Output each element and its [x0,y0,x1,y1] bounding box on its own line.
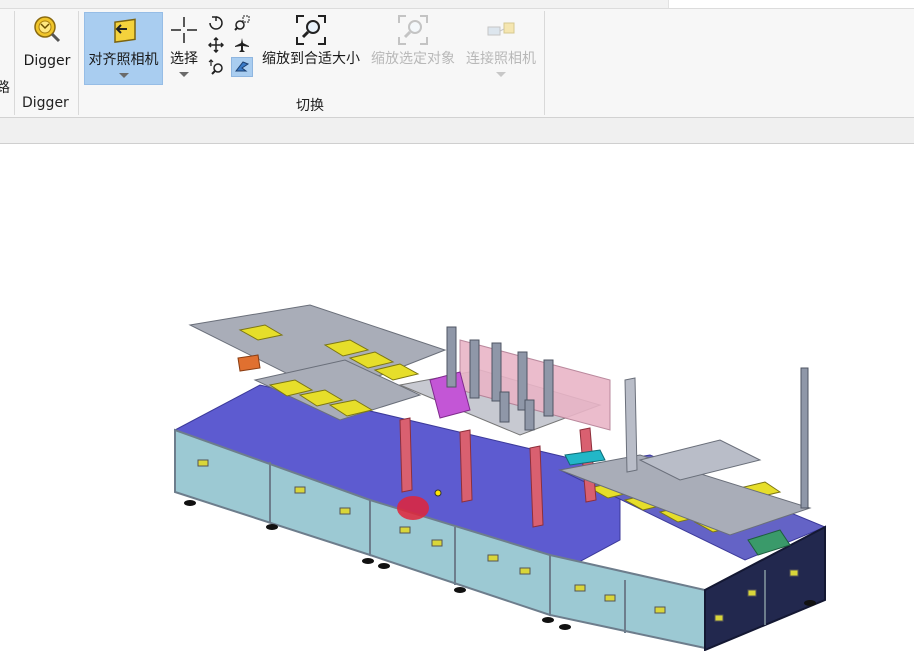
align-camera-label: 对齐照相机 [88,52,159,68]
zoom-selected-button[interactable]: 缩放选定对象 [366,12,460,85]
group-separator [78,11,79,115]
right-column [624,377,638,473]
walk-icon[interactable] [231,57,253,77]
connect-camera-icon [487,22,515,36]
zoom-selected-icon [398,15,428,45]
zoom-to-fit-button[interactable]: 缩放到合适大小 [257,12,365,85]
title-strip-right [668,0,914,8]
digger-button[interactable]: Digger [20,12,74,72]
chevron-down-icon[interactable] [179,72,189,77]
connect-camera-button[interactable]: 连接照相机 [461,12,541,85]
cabinet-front-right [549,553,706,650]
switch-group-label: 切换 [296,98,324,114]
select-label: 选择 [170,51,198,67]
ribbon: 路 Digger Digger 对齐照相机 选择 缩放到合适大小 缩放选定对象 … [0,9,914,117]
yellow-marker [434,489,442,497]
title-strip [0,0,914,9]
align-camera-button[interactable]: 对齐照相机 [84,12,163,85]
group-separator [544,11,545,115]
right-pole [800,367,809,509]
zoom-window-icon[interactable] [231,13,253,33]
rotate-icon[interactable] [205,13,227,33]
fly-icon[interactable] [231,35,253,55]
machine-model[interactable] [0,145,914,651]
align-camera-icon [113,18,136,44]
red-sensor [397,496,429,520]
zoom-to-fit-label: 缩放到合适大小 [262,51,360,67]
pan-icon[interactable] [205,35,227,55]
digger-button-label: Digger [23,53,71,69]
orange-block [237,354,261,372]
ribbon-bottom-bar [0,117,914,144]
zoom-extents-icon [296,15,326,45]
select-button[interactable]: 选择 [166,12,202,85]
group-separator [14,11,15,115]
digger-icon [34,16,61,43]
truncated-label: 路 [0,80,10,96]
chevron-down-icon[interactable] [496,72,506,77]
chevron-down-icon[interactable] [118,73,129,78]
digger-group-label: Digger [22,95,69,111]
connect-camera-label: 连接照相机 [466,51,536,67]
3d-viewport[interactable] [0,145,914,651]
crosshair-icon [171,17,197,43]
zoom-icon[interactable] [205,57,227,77]
zoom-selected-label: 缩放选定对象 [371,51,455,67]
